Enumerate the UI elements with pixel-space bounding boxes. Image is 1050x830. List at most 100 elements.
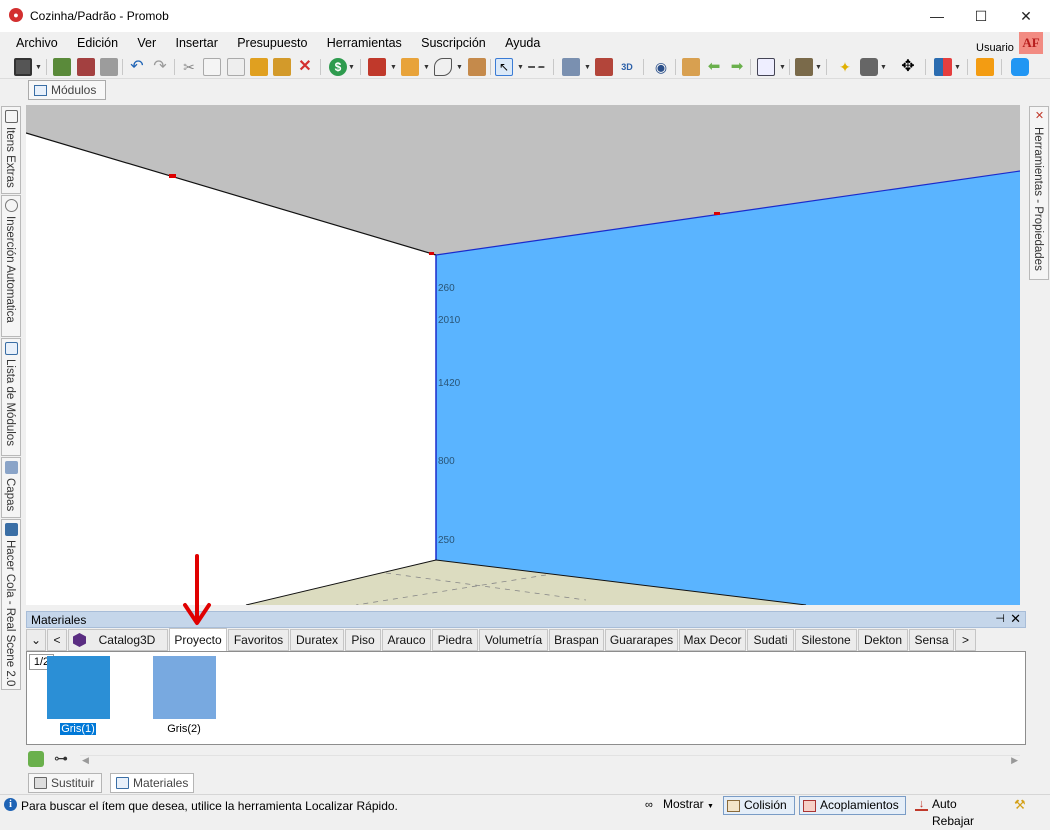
material-label-gris-1[interactable]: Gris(1) xyxy=(60,723,96,735)
layers-icon[interactable] xyxy=(562,58,580,76)
delete-icon[interactable]: ✕ xyxy=(296,58,314,76)
tab-catalog3d[interactable]: Catalog3D xyxy=(68,629,168,651)
paste-icon[interactable] xyxy=(227,58,245,76)
tab-volumetria[interactable]: Volumetría xyxy=(479,629,548,651)
tab-braspan[interactable]: Braspan xyxy=(549,629,604,651)
tab-sustituir[interactable]: Sustituir xyxy=(28,773,102,793)
menu-presupuesto[interactable]: Presupuesto xyxy=(229,32,315,50)
chevron-down-icon[interactable]: ▼ xyxy=(584,64,591,71)
undo-icon[interactable]: ↶ xyxy=(128,58,146,76)
3d-viewport[interactable]: 260 2010 1420 800 250 xyxy=(26,105,1020,605)
dock-tab-capas[interactable]: Capas xyxy=(1,457,21,518)
render-box-icon[interactable] xyxy=(368,58,386,76)
menu-suscripcion[interactable]: Suscripción xyxy=(413,32,494,50)
menu-ayuda[interactable]: Ayuda xyxy=(497,32,548,50)
tab-max-decor[interactable]: Max Decor xyxy=(679,629,746,651)
cube-icon[interactable] xyxy=(795,58,813,76)
tab-arauco[interactable]: Arauco xyxy=(382,629,431,651)
apply-material-icon[interactable] xyxy=(28,751,44,767)
dock-tab-herramientas-propiedades[interactable]: ✕ Herramientas - Propiedades xyxy=(1029,106,1049,280)
chevron-down-icon[interactable]: ▼ xyxy=(517,64,524,71)
menu-edicion[interactable]: Edición xyxy=(69,32,126,50)
view-3d-icon[interactable]: 3D xyxy=(618,58,636,76)
user-profile-icon[interactable] xyxy=(976,58,994,76)
light-bulb-icon[interactable]: ✦ xyxy=(836,58,854,76)
3d-scene[interactable]: 260 2010 1420 800 250 xyxy=(26,105,1020,605)
budget-dollar-icon[interactable]: $ xyxy=(329,58,347,76)
chevron-down-icon[interactable]: ▼ xyxy=(35,64,42,71)
dock-tab-hacer-cola[interactable]: Hacer Cola - Real Scene 2.0 xyxy=(1,519,21,690)
chevron-down-icon[interactable]: ▼ xyxy=(456,64,463,71)
chevron-down-icon[interactable]: ▼ xyxy=(779,64,786,71)
material-swatch-gris-2[interactable] xyxy=(153,656,216,719)
copy-icon[interactable] xyxy=(203,58,221,76)
tab-silestone[interactable]: Silestone xyxy=(795,629,857,651)
arrow-left-icon[interactable]: ⬅ xyxy=(705,58,723,76)
tab-duratex[interactable]: Duratex xyxy=(290,629,344,651)
save-icon[interactable] xyxy=(14,58,32,76)
chevron-down-icon[interactable]: ▼ xyxy=(423,64,430,71)
dock-tab-insercion-automatica[interactable]: Inserción Automatica xyxy=(1,195,21,337)
chevron-down-icon[interactable]: ▼ xyxy=(348,64,355,71)
material-label-gris-2[interactable]: Gris(2) xyxy=(159,723,209,735)
elevation-icon[interactable] xyxy=(595,58,613,76)
tab-guararapes[interactable]: Guararapes xyxy=(605,629,678,651)
close-button[interactable]: ✕ xyxy=(1003,0,1049,32)
tab-dekton[interactable]: Dekton xyxy=(858,629,908,651)
view-box-icon[interactable] xyxy=(757,58,775,76)
modulos-tab[interactable]: Módulos xyxy=(28,80,106,100)
dock-tab-itens-extras[interactable]: Itens Extras xyxy=(1,106,21,194)
tab-piso[interactable]: Piso xyxy=(345,629,381,651)
minimize-button[interactable]: — xyxy=(914,0,960,32)
color-palette-icon[interactable] xyxy=(934,58,952,76)
print-green-icon[interactable] xyxy=(53,58,71,76)
printer-icon[interactable] xyxy=(100,58,118,76)
acoplamientos-toggle[interactable]: Acoplamientos xyxy=(799,796,906,815)
mostrar-dropdown[interactable]: ∞ Mostrar ▼ xyxy=(643,796,721,815)
tab-favoritos[interactable]: Favoritos xyxy=(228,629,289,651)
scroll-left-icon[interactable]: < xyxy=(47,629,67,651)
binoculars-icon[interactable]: ⊶ xyxy=(54,750,68,767)
auto-rebajar-toggle[interactable]: ↓ Auto Rebajar xyxy=(912,796,1004,828)
chevron-down-icon[interactable]: ▼ xyxy=(815,64,822,71)
maximize-button[interactable]: ☐ xyxy=(958,0,1004,32)
magic-wand-icon[interactable]: ⚒ xyxy=(1014,798,1030,812)
user-label[interactable]: Usuario xyxy=(976,42,1014,54)
material-swatch-gris-1[interactable] xyxy=(47,656,110,719)
measure-icon[interactable] xyxy=(527,66,545,70)
tab-piedra[interactable]: Piedra xyxy=(432,629,478,651)
bricks-icon[interactable] xyxy=(401,58,419,76)
chevron-down-icon[interactable]: ▼ xyxy=(954,64,961,71)
eye-icon[interactable]: ◉ xyxy=(652,58,670,76)
freeform-icon[interactable] xyxy=(434,58,452,76)
horizontal-scrollbar[interactable]: ◀ ▶ xyxy=(80,755,1020,766)
chevron-down-icon[interactable]: ▼ xyxy=(880,64,887,71)
chevron-down-icon[interactable]: ▼ xyxy=(390,64,397,71)
menu-archivo[interactable]: Archivo xyxy=(8,32,66,50)
move-arrows-icon[interactable]: ✥ xyxy=(899,58,917,76)
select-cursor-icon[interactable]: ↖ xyxy=(495,58,513,76)
print-red-icon[interactable] xyxy=(77,58,95,76)
tab-sudati[interactable]: Sudati xyxy=(747,629,794,651)
chevron-down-icon[interactable]: ⌄ xyxy=(26,629,46,651)
redo-icon[interactable]: ↷ xyxy=(151,58,169,76)
close-icon[interactable]: ✕ xyxy=(1010,611,1021,627)
cut-icon[interactable]: ✂ xyxy=(180,58,198,76)
user-avatar[interactable]: AF xyxy=(1019,32,1043,54)
door-icon[interactable] xyxy=(468,58,486,76)
scroll-right-icon[interactable]: > xyxy=(955,629,976,651)
menu-ver[interactable]: Ver xyxy=(129,32,164,50)
chat-icon[interactable] xyxy=(1011,58,1029,76)
camera-icon[interactable] xyxy=(860,58,878,76)
tab-sensa[interactable]: Sensa xyxy=(909,629,954,651)
menu-herramientas[interactable]: Herramientas xyxy=(319,32,410,50)
tab-proyecto[interactable]: Proyecto xyxy=(169,628,227,652)
menu-insertar[interactable]: Insertar xyxy=(167,32,225,50)
colision-toggle[interactable]: Colisión xyxy=(723,796,795,815)
tab-materiales[interactable]: Materiales xyxy=(110,773,194,793)
pin-icon[interactable]: ⊣ xyxy=(995,612,1005,625)
format-painter-icon[interactable] xyxy=(273,58,291,76)
rotate-module-icon[interactable] xyxy=(682,58,700,76)
arrow-right-icon[interactable]: ➡ xyxy=(728,58,746,76)
dock-tab-lista-de-modulos[interactable]: Lista de Módulos xyxy=(1,338,21,456)
